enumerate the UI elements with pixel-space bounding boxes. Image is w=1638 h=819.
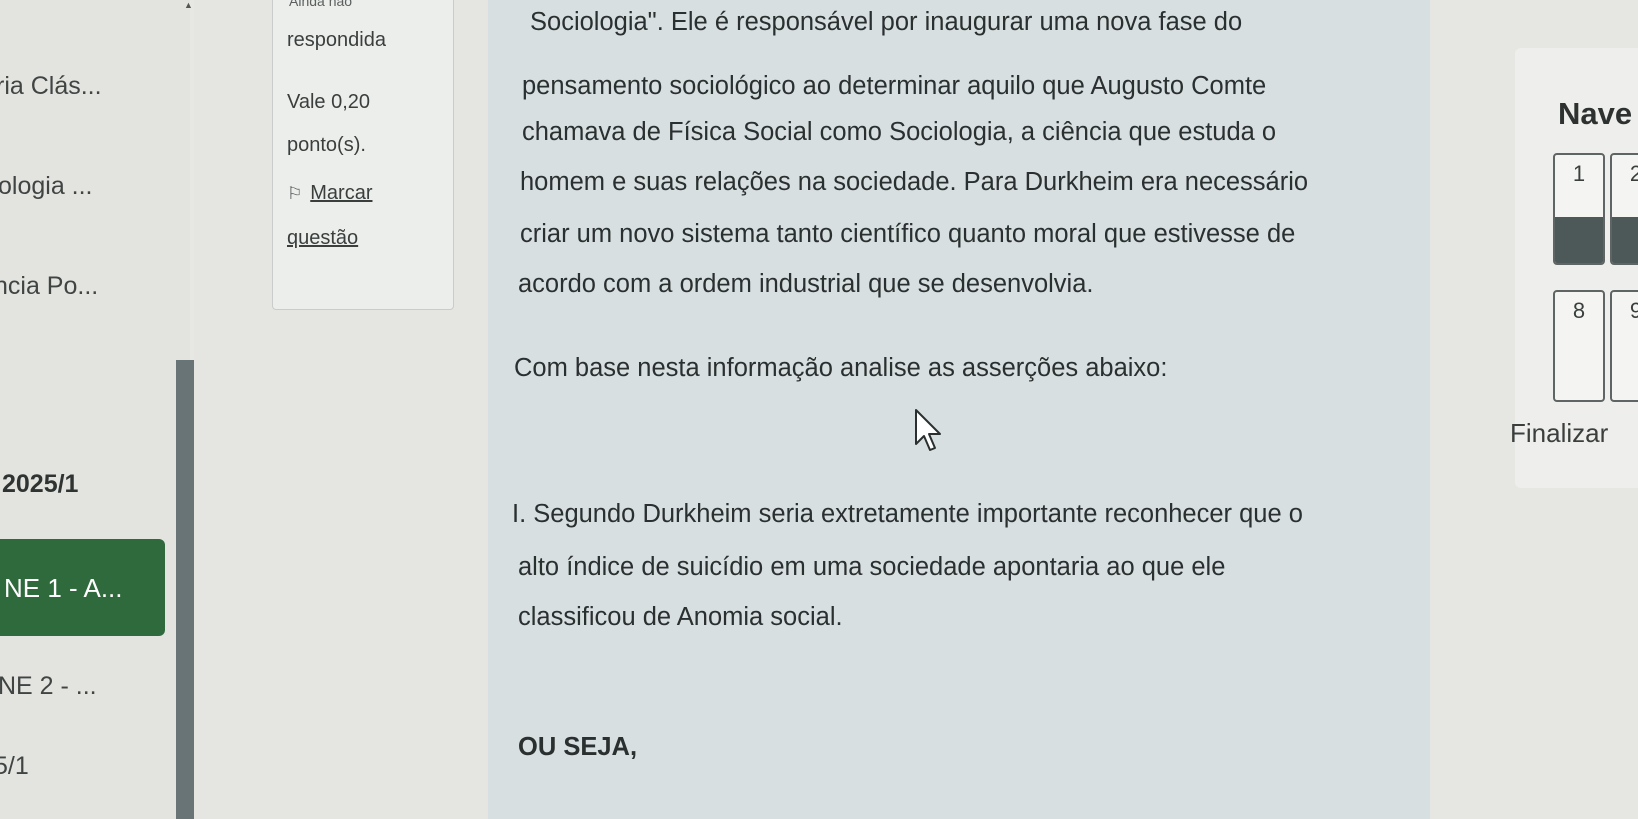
scroll-up-icon[interactable]: ▲ [184,0,193,10]
nav-question-number: 1 [1572,161,1586,186]
sidebar-item-sociologia[interactable]: ologia ... [0,172,93,201]
sidebar-item-ciencia-politica[interactable]: ncia Po... [0,272,98,301]
course-sidebar: ria Clás... ologia ... ncia Po... 2025/1… [0,0,194,819]
assertion-line: I. Segundo Durkheim seria extretamente i… [512,500,1303,528]
question-text-line: chamava de Física Social como Sociologia… [522,118,1277,146]
nav-question-number: 9 [1612,292,1638,324]
nav-question-2[interactable]: 2 [1610,153,1638,265]
nav-question-9[interactable]: 9 [1610,290,1638,402]
question-text-line: criar um novo sistema tanto científico q… [520,220,1296,248]
semester-label: 2025/1 [2,470,79,498]
answered-indicator [1612,217,1638,263]
sidebar-item-ne1-active[interactable]: NE 1 - A... [0,539,165,636]
question-instruction: Com base nesta informação analise as ass… [514,354,1168,382]
nav-question-8[interactable]: 8 [1553,290,1605,402]
assertion-line: classificou de Anomia social. [518,603,843,631]
points-unit: ponto(s). [287,134,366,156]
semester-label-secondary: 5/1 [0,752,29,780]
navigation-title: Nave [1558,96,1633,131]
sidebar-item-label: NE 1 - A... [4,573,123,603]
question-text-line: homem e suas relações na sociedade. Para… [520,168,1309,196]
sidebar-item-classica[interactable]: ria Clás... [0,72,102,101]
flag-question-link[interactable]: ⚐ Marcar questão [287,171,407,261]
nav-question-1[interactable]: 1 [1553,153,1605,265]
mouse-cursor-icon [915,409,941,451]
question-status-card: Ainda não respondida Vale 0,20 ponto(s).… [272,0,454,310]
question-content: Sociologia". Ele é responsável por inaug… [488,0,1430,819]
nav-question-number: 8 [1572,298,1586,323]
connector-text: OU SEJA, [518,733,638,761]
status-text: Ainda não [289,0,353,9]
sidebar-scrollbar[interactable] [176,360,194,819]
points-value: Vale 0,20 [287,91,371,113]
question-text-line: acordo com a ordem industrial que se des… [518,270,1094,298]
sidebar-item-ne2[interactable]: NE 2 - ... [0,672,97,701]
question-text-line: pensamento sociológico ao determinar aqu… [522,72,1267,100]
question-text-line: Sociologia". Ele é responsável por inaug… [530,8,1243,36]
assertion-line: alto índice de suicídio em uma sociedade… [518,553,1226,581]
flag-icon: ⚐ [287,184,303,203]
answered-indicator [1555,217,1603,263]
finish-attempt-link[interactable]: Finalizar [1510,418,1608,449]
status-state: respondida [287,29,386,51]
nav-question-number: 2 [1612,155,1638,187]
